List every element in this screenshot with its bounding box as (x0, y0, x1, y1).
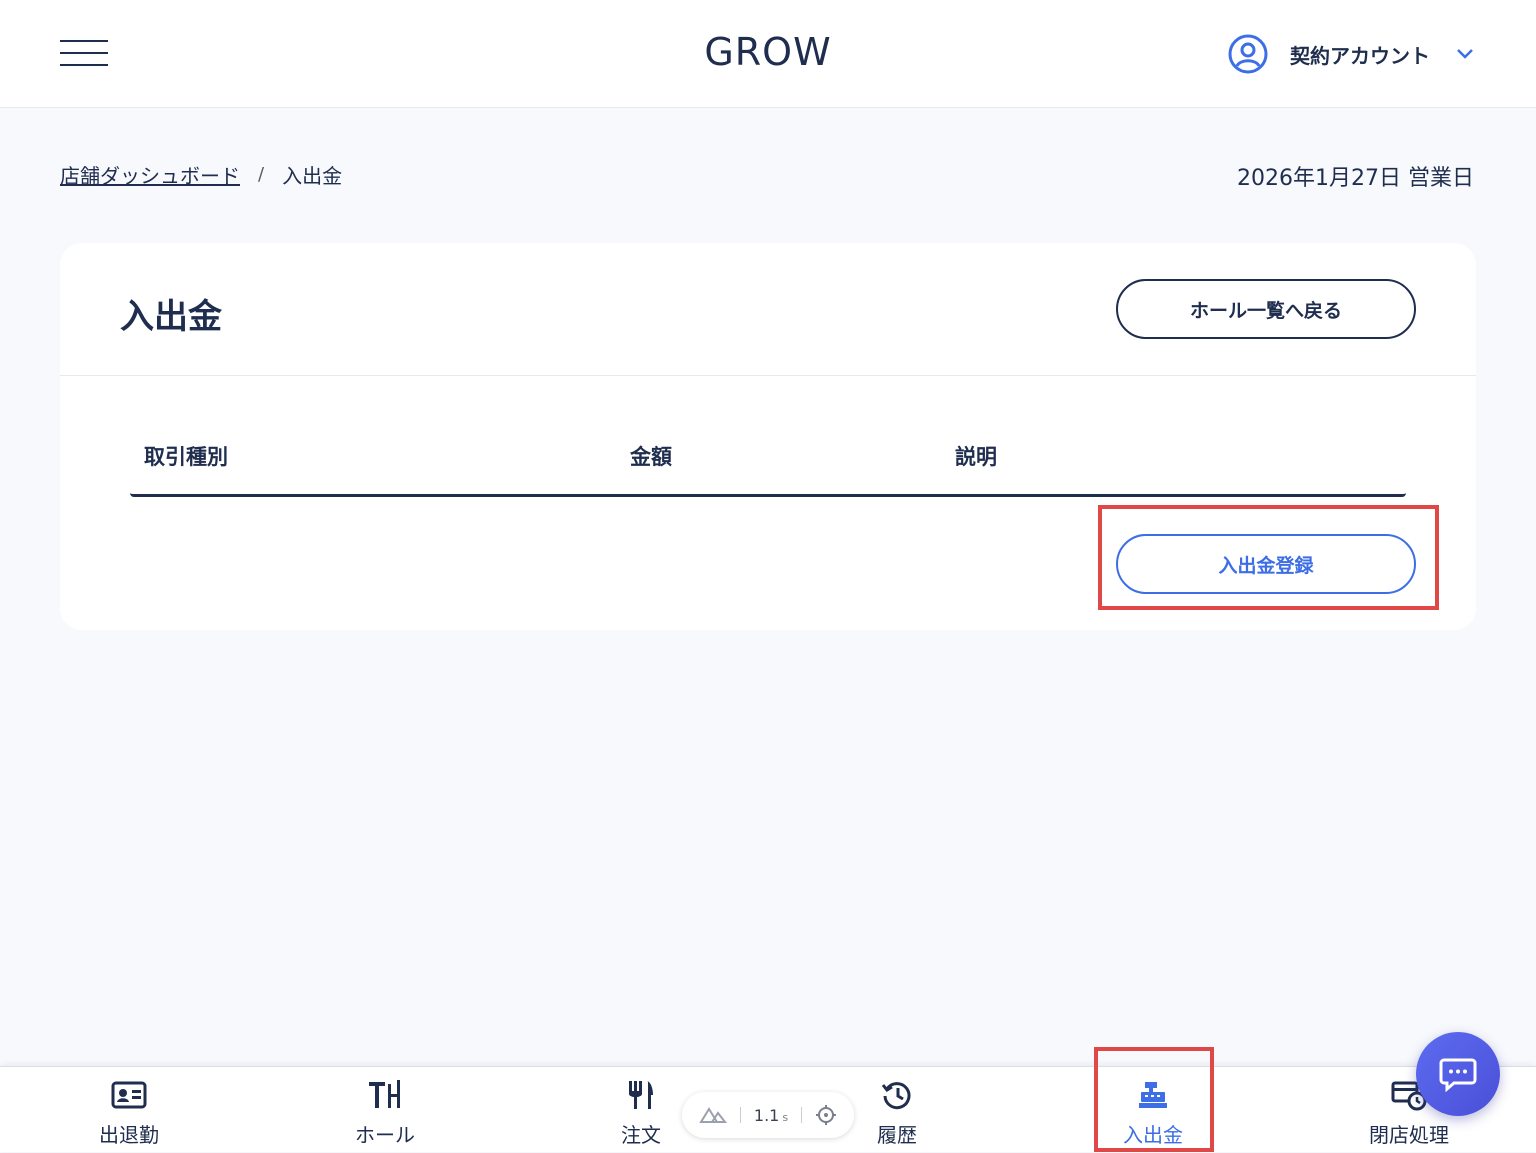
id-card-icon (111, 1079, 147, 1111)
register-cash-button[interactable]: 入出金登録 (1116, 534, 1416, 594)
breadcrumb: 店舗ダッシュボード / 入出金 (60, 160, 342, 189)
crosshair-icon[interactable] (815, 1104, 837, 1126)
nuxt-logo-icon (698, 1107, 727, 1123)
nav-label: 閉店処理 (1369, 1123, 1449, 1147)
business-date: 2026年1月27日 営業日 (1237, 166, 1474, 191)
render-time: 1.1 s (753, 1105, 789, 1125)
nav-label: 履歴 (877, 1123, 917, 1147)
nav-label: 出退勤 (99, 1123, 159, 1147)
app-header: GROW 契約アカウント (0, 0, 1536, 108)
nav-label: 入出金 (1123, 1123, 1183, 1147)
card-header: 入出金 ホール一覧へ戻る (60, 243, 1476, 376)
cash-register-icon (1135, 1079, 1171, 1111)
user-avatar-icon (1228, 34, 1268, 74)
utensils-icon (623, 1079, 659, 1111)
account-name: 契約アカウント (1290, 43, 1430, 68)
account-menu[interactable]: 契約アカウント (1228, 34, 1474, 74)
nav-label: ホール (355, 1123, 415, 1147)
column-header-amount: 金額 (630, 445, 672, 469)
breadcrumb-current: 入出金 (282, 164, 343, 188)
chevron-down-icon (1457, 49, 1473, 59)
page-title: 入出金 (120, 297, 222, 337)
nav-item-cash[interactable]: 入出金 (1073, 1067, 1233, 1153)
breadcrumb-separator: / (258, 164, 265, 185)
chat-icon (1439, 1058, 1477, 1092)
nav-item-hall[interactable]: ホール (305, 1067, 465, 1153)
back-to-hall-list-button[interactable]: ホール一覧へ戻る (1116, 279, 1416, 339)
breadcrumb-dashboard-link[interactable]: 店舗ダッシュボード (60, 160, 240, 189)
column-header-transaction-type: 取引種別 (144, 445, 228, 469)
dev-toolbar[interactable]: 1.1 s (682, 1092, 854, 1138)
chat-button[interactable] (1416, 1032, 1500, 1116)
table-icon (367, 1079, 403, 1111)
table-header: 取引種別 金額 説明 (130, 423, 1406, 497)
history-icon (879, 1079, 915, 1111)
nav-label: 注文 (621, 1123, 661, 1147)
cash-in-out-card: 入出金 ホール一覧へ戻る 取引種別 金額 説明 入出金登録 (60, 243, 1476, 630)
column-header-description: 説明 (955, 445, 997, 469)
nav-item-attendance[interactable]: 出退勤 (49, 1067, 209, 1153)
